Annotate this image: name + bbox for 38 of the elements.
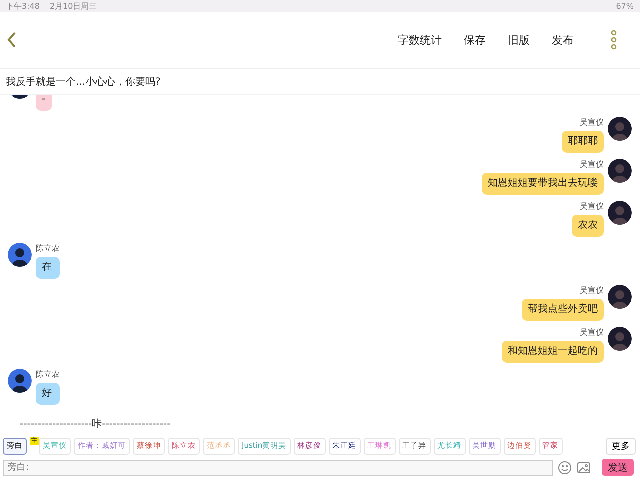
scene-break: --------------------咔-------------------: [19, 418, 172, 431]
avatar: [608, 159, 632, 183]
more-button[interactable]: 更多: [606, 438, 636, 454]
sender-name: 吴宣仪: [580, 117, 604, 129]
message-bubble: 知恩姐姐要带我出去玩喽: [482, 173, 604, 195]
header-action[interactable]: 字数统计: [398, 32, 442, 48]
message-bubble: -: [36, 95, 52, 111]
header-action[interactable]: 保存: [464, 32, 486, 48]
more-icon[interactable]: [610, 30, 618, 50]
sender-name: 吴宣仪: [580, 285, 604, 297]
message-bubble: 和知恩姐姐一起吃的: [502, 341, 604, 363]
status-date: 2月10日周三: [50, 0, 98, 12]
avatar: [608, 117, 632, 141]
sender-name: 吴宣仪: [580, 327, 604, 339]
avatar: [8, 369, 32, 393]
avatar: [608, 327, 632, 351]
message-bubble: 耶耶耶: [562, 131, 604, 153]
chapter-title: 我反手就是一个...小心心，你要吗?: [6, 76, 161, 88]
avatar: [608, 201, 632, 225]
message-input[interactable]: 旁白:: [3, 460, 553, 476]
avatar: [608, 285, 632, 309]
header-action[interactable]: 旧版: [508, 32, 530, 48]
message-bubble: 好: [36, 383, 60, 405]
sender-name: 陈立农: [36, 369, 60, 381]
send-button[interactable]: 发送: [602, 459, 634, 476]
emoji-icon[interactable]: [558, 460, 572, 474]
image-icon[interactable]: [577, 460, 591, 474]
sender-name: 吴宣仪: [580, 159, 604, 171]
message-bubble: 农农: [572, 215, 604, 237]
sender-name: 吴宣仪: [580, 201, 604, 213]
sender-name: 陈立农: [36, 243, 60, 255]
message-bubble: 帮我点些外卖吧: [522, 299, 604, 321]
battery-level: 67%: [616, 2, 634, 10]
status-time: 下午3:48: [6, 0, 40, 12]
avatar: [8, 243, 32, 267]
back-icon[interactable]: [6, 31, 18, 49]
message-bubble: 在: [36, 257, 60, 279]
header-action[interactable]: 发布: [552, 32, 574, 48]
